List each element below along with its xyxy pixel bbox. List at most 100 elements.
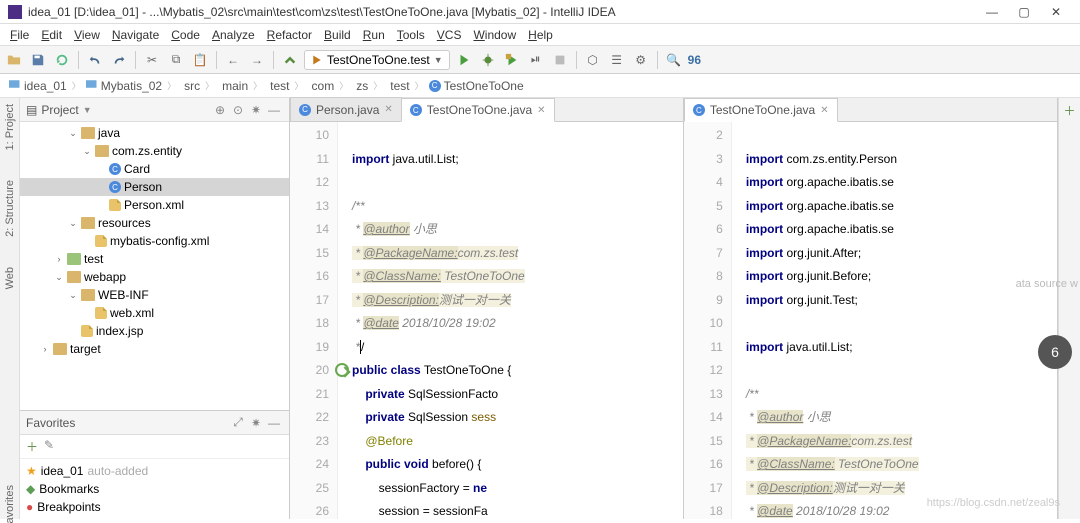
fav-expand-icon[interactable]: ⤢	[229, 415, 247, 430]
minimize-button[interactable]: —	[976, 5, 1008, 19]
breadcrumb-item[interactable]: src	[178, 79, 203, 93]
gear-icon[interactable]: ✷	[247, 103, 265, 117]
menu-help[interactable]: Help	[522, 28, 559, 42]
debug-icon[interactable]	[478, 50, 498, 70]
menu-build[interactable]: Build	[318, 28, 357, 42]
menu-vcs[interactable]: VCS	[431, 28, 468, 42]
menu-run[interactable]: Run	[357, 28, 391, 42]
structure-icon[interactable]: ☰	[607, 50, 627, 70]
editor-tab[interactable]: CPerson.java✕	[290, 97, 402, 121]
close-button[interactable]: ✕	[1040, 5, 1072, 19]
right-gutter[interactable]: 2345678910111213141516171819	[684, 122, 732, 519]
undo-icon[interactable]	[85, 50, 105, 70]
breadcrumb-item[interactable]: test	[264, 79, 292, 93]
project-tree[interactable]: ⌄java⌄com.zs.entityCCardCPersonPerson.xm…	[20, 122, 289, 410]
breadcrumb-item[interactable]: com	[306, 79, 338, 93]
left-gutter[interactable]: 1011121314151617181920212223242526	[290, 122, 338, 519]
breadcrumb-item[interactable]: Mybatis_02	[83, 78, 165, 93]
notification-fab[interactable]: 6	[1038, 335, 1072, 369]
menu-edit[interactable]: Edit	[35, 28, 68, 42]
open-icon[interactable]	[4, 50, 24, 70]
app-icon	[8, 5, 22, 19]
add-favorite-icon[interactable]: ＋	[26, 438, 38, 455]
tree-label: Card	[124, 162, 150, 176]
stop-icon[interactable]	[550, 50, 570, 70]
redo-icon[interactable]	[109, 50, 129, 70]
menu-tools[interactable]: Tools	[391, 28, 431, 42]
main-toolbar: ✂ ⧉ 📋 ← → TestOneToOne.test ▼ ⏯ ⬡ ☰ ⚙ 🔍 …	[0, 46, 1080, 74]
favorite-item[interactable]: ★idea_01 auto-added	[26, 462, 283, 480]
editor-tab[interactable]: CTestOneToOne.java✕	[684, 98, 838, 122]
class-icon: C	[109, 163, 121, 175]
profile-icon[interactable]: ⏯	[526, 50, 546, 70]
tree-label: Person	[124, 180, 162, 194]
locate-icon[interactable]: ⊙	[229, 103, 247, 117]
tree-item[interactable]: index.jsp	[20, 322, 289, 340]
tree-item[interactable]: CPerson	[20, 178, 289, 196]
tree-item[interactable]: CCard	[20, 160, 289, 178]
tree-item[interactable]: web.xml	[20, 304, 289, 322]
xml-icon	[109, 199, 121, 211]
editor-right-tabs: CTestOneToOne.java✕	[684, 98, 1057, 122]
folder-icon	[81, 289, 95, 301]
vcs-icon[interactable]: ⬡	[583, 50, 603, 70]
coverage-icon[interactable]	[502, 50, 522, 70]
menu-analyze[interactable]: Analyze	[206, 28, 261, 42]
menu-refactor[interactable]: Refactor	[261, 28, 318, 42]
class-icon: C	[693, 104, 705, 116]
forward-icon[interactable]: →	[247, 50, 267, 70]
breadcrumb-item[interactable]: test	[384, 79, 412, 93]
tree-item[interactable]: ⌄com.zs.entity	[20, 142, 289, 160]
right-code[interactable]: import com.zs.entity.Personimport org.ap…	[732, 122, 1057, 519]
tree-item[interactable]: ⌄java	[20, 124, 289, 142]
favorite-item[interactable]: ◆Bookmarks	[26, 480, 283, 498]
close-tab-icon[interactable]: ✕	[537, 105, 545, 116]
fav-gear-icon[interactable]: ✷	[247, 416, 265, 430]
menu-file[interactable]: File	[4, 28, 35, 42]
edit-favorite-icon[interactable]: ✎	[44, 438, 54, 455]
hide-icon[interactable]: —	[265, 103, 283, 117]
back-icon[interactable]: ←	[223, 50, 243, 70]
run-icon[interactable]	[454, 50, 474, 70]
search-icon[interactable]: 🔍	[664, 50, 684, 70]
tree-item[interactable]: ⌄WEB-INF	[20, 286, 289, 304]
save-icon[interactable]	[28, 50, 48, 70]
fav-hide-icon[interactable]: —	[265, 416, 283, 430]
build-icon[interactable]	[280, 50, 300, 70]
left-code[interactable]: import java.util.List; /** * @author 小思 …	[338, 122, 683, 519]
breadcrumb-item[interactable]: idea_01	[6, 78, 70, 93]
tree-item[interactable]: ⌄webapp	[20, 268, 289, 286]
tree-label: target	[70, 342, 101, 356]
tree-label: index.jsp	[96, 324, 143, 338]
cut-icon[interactable]: ✂	[142, 50, 162, 70]
favorites-tool-tab[interactable]: avorites	[0, 489, 20, 519]
tree-label: Person.xml	[124, 198, 184, 212]
tool-tab[interactable]: Web	[4, 267, 16, 289]
close-tab-icon[interactable]: ✕	[820, 105, 828, 116]
menu-view[interactable]: View	[68, 28, 106, 42]
favorite-item[interactable]: ●Breakpoints	[26, 498, 283, 516]
refresh-icon[interactable]	[52, 50, 72, 70]
menu-window[interactable]: Window	[467, 28, 522, 42]
maximize-button[interactable]: ▢	[1008, 5, 1040, 19]
menu-code[interactable]: Code	[165, 28, 206, 42]
tree-item[interactable]: mybatis-config.xml	[20, 232, 289, 250]
menu-navigate[interactable]: Navigate	[106, 28, 165, 42]
collapse-icon[interactable]: ⊕	[211, 103, 229, 117]
add-tool-icon[interactable]: ＋	[1059, 98, 1080, 119]
copy-icon[interactable]: ⧉	[166, 50, 186, 70]
run-config-selector[interactable]: TestOneToOne.test ▼	[304, 50, 450, 70]
tree-item[interactable]: ›target	[20, 340, 289, 358]
settings-icon[interactable]: ⚙	[631, 50, 651, 70]
tree-item[interactable]: ⌄resources	[20, 214, 289, 232]
breadcrumb-item[interactable]: main	[216, 79, 251, 93]
tool-tab[interactable]: 2: Structure	[4, 180, 16, 237]
editor-tab[interactable]: CTestOneToOne.java✕	[401, 98, 555, 122]
breadcrumb-item[interactable]: CTestOneToOne	[426, 79, 527, 93]
tool-tab[interactable]: 1: Project	[4, 104, 16, 150]
paste-icon[interactable]: 📋	[190, 50, 210, 70]
tree-item[interactable]: Person.xml	[20, 196, 289, 214]
breadcrumb-item[interactable]: zs	[350, 79, 371, 93]
close-tab-icon[interactable]: ✕	[384, 104, 392, 115]
tree-item[interactable]: ›test	[20, 250, 289, 268]
